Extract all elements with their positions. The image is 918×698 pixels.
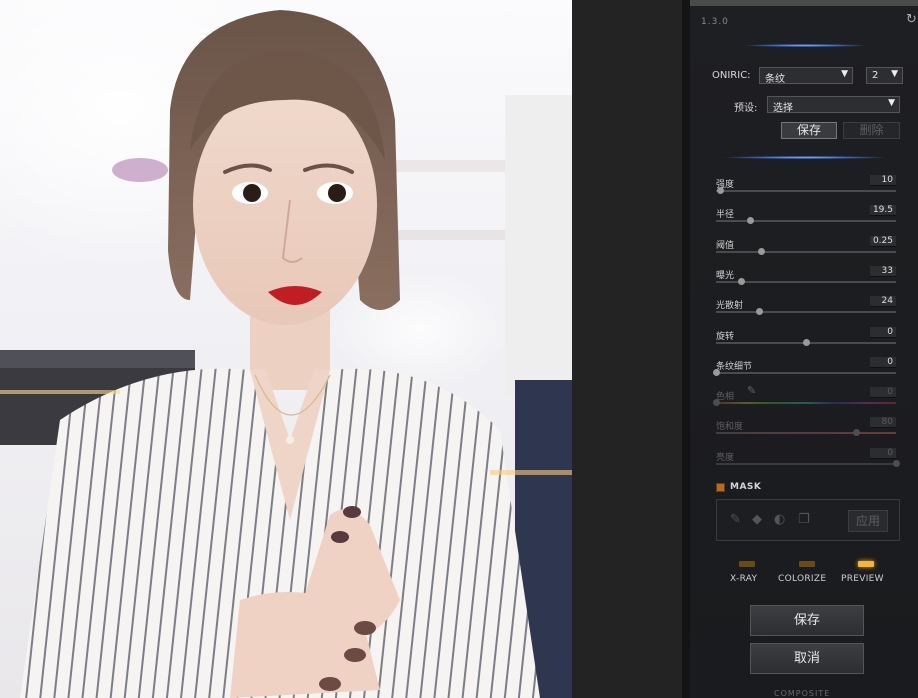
blue-glow-divider	[725, 156, 885, 159]
preset-select[interactable]: 选择 ▼	[767, 96, 900, 114]
slider-value-field[interactable]: 10	[870, 175, 896, 186]
slider-knob[interactable]	[747, 217, 755, 224]
delete-preset-button[interactable]: 删除	[843, 122, 900, 139]
eraser-icon[interactable]: ◆	[752, 512, 762, 527]
nail	[354, 621, 376, 635]
colorize-led[interactable]	[799, 561, 815, 567]
composite-label: COMPOSITE	[774, 689, 831, 698]
cancel-button[interactable]: 取消	[750, 643, 864, 674]
slider-value-field[interactable]: 0.25	[870, 236, 896, 247]
slider-label: 曝光	[716, 271, 735, 281]
preview-mode-label[interactable]: PREVIEW	[841, 574, 884, 584]
slider-label: 阈值	[716, 241, 735, 251]
slider-value-field[interactable]: 0	[870, 327, 896, 338]
mask-label: MASK	[730, 482, 762, 492]
iris-right	[328, 184, 346, 202]
apply-mask-button[interactable]: 应用	[848, 510, 888, 532]
oniric-mode-select[interactable]: 条纹 ▼	[759, 67, 853, 85]
slider-value-field[interactable]: 0	[870, 448, 896, 459]
photo-illustration	[0, 0, 572, 698]
slider-track[interactable]	[716, 429, 896, 436]
slider-knob[interactable]	[756, 308, 764, 315]
slider-track[interactable]	[716, 217, 896, 224]
slider-value-field[interactable]: 19.5	[870, 205, 896, 216]
background-bench-top	[0, 350, 195, 368]
slider-label: 旋转	[716, 332, 735, 342]
slider-knob[interactable]	[713, 399, 720, 406]
preset-label: 预设:	[734, 103, 758, 114]
slider-track[interactable]	[713, 369, 896, 376]
dropdown-arrow-icon: ▼	[888, 98, 895, 108]
version-label: 1.3.0	[701, 17, 729, 27]
slider-track[interactable]	[716, 248, 896, 255]
slider-label: 光散射	[716, 301, 744, 311]
slider-track[interactable]	[716, 308, 896, 315]
necklace-pendant	[286, 436, 294, 444]
slider-label: 半径	[716, 210, 735, 220]
nail	[343, 506, 361, 518]
eyedropper-icon[interactable]: ✎	[747, 384, 756, 397]
slider-label: 条纹细节	[716, 362, 753, 372]
panel-top-bar	[690, 0, 918, 6]
oniric-count-value: 2	[872, 70, 879, 81]
blue-glow-divider	[745, 44, 865, 47]
light-streak	[490, 470, 572, 475]
save-button[interactable]: 保存	[750, 605, 864, 636]
slider-track[interactable]	[716, 339, 896, 346]
save-preset-button[interactable]: 保存	[781, 122, 837, 139]
colorize-mode-label[interactable]: COLORIZE	[778, 574, 826, 584]
nail	[344, 648, 366, 662]
brush-icon[interactable]: ✎	[730, 512, 741, 527]
mask-checkbox[interactable]	[716, 483, 725, 492]
slider-knob[interactable]	[713, 369, 720, 376]
xray-led[interactable]	[739, 561, 755, 567]
panel-divider[interactable]	[682, 0, 690, 698]
background-person-shirt	[505, 95, 572, 395]
contrast-icon[interactable]: ◐	[774, 512, 785, 527]
slider-track[interactable]	[716, 278, 896, 285]
slider-value-field[interactable]: 0	[870, 387, 896, 398]
dropdown-arrow-icon: ▼	[841, 69, 848, 79]
slider-track[interactable]	[713, 399, 896, 406]
slider-knob[interactable]	[738, 278, 746, 285]
oniric-mode-value: 条纹	[765, 74, 785, 85]
copy-mask-icon[interactable]: ❐	[798, 512, 810, 527]
slider-knob[interactable]	[716, 187, 724, 194]
oniric-label: ONIRIC:	[712, 70, 751, 81]
slider-label: 亮度	[716, 453, 735, 463]
nail	[331, 531, 349, 543]
hair-ornament	[112, 158, 168, 182]
slider-value-field[interactable]: 80	[870, 417, 896, 428]
preset-value: 选择	[773, 103, 793, 114]
slider-label: 饱和度	[716, 422, 744, 432]
canvas-margin	[572, 0, 682, 698]
dropdown-arrow-icon: ▼	[891, 69, 898, 79]
slider-track[interactable]	[716, 460, 900, 467]
nail	[319, 677, 341, 691]
slider-knob[interactable]	[893, 460, 900, 467]
preview-led[interactable]	[858, 561, 874, 567]
slider-value-field[interactable]: 33	[870, 266, 896, 277]
oniric-count-select[interactable]: 2 ▼	[866, 67, 903, 84]
slider-knob[interactable]	[758, 248, 765, 255]
xray-mode-label[interactable]: X-RAY	[730, 574, 757, 584]
slider-value-field[interactable]: 24	[870, 296, 896, 307]
light-streak	[0, 390, 120, 394]
slider-value-field[interactable]: 0	[870, 357, 896, 368]
slider-knob[interactable]	[803, 339, 810, 346]
oniric-control-panel: 1.3.0 ↻ ONIRIC: 条纹 ▼ 2 ▼ 预设: 选择 ▼ 保存 删除 …	[690, 0, 918, 698]
slider-track[interactable]	[716, 187, 896, 194]
photo-preview-canvas[interactable]	[0, 0, 572, 698]
slider-knob[interactable]	[853, 429, 861, 436]
refresh-icon[interactable]: ↻	[906, 12, 917, 27]
iris-left	[243, 184, 261, 202]
